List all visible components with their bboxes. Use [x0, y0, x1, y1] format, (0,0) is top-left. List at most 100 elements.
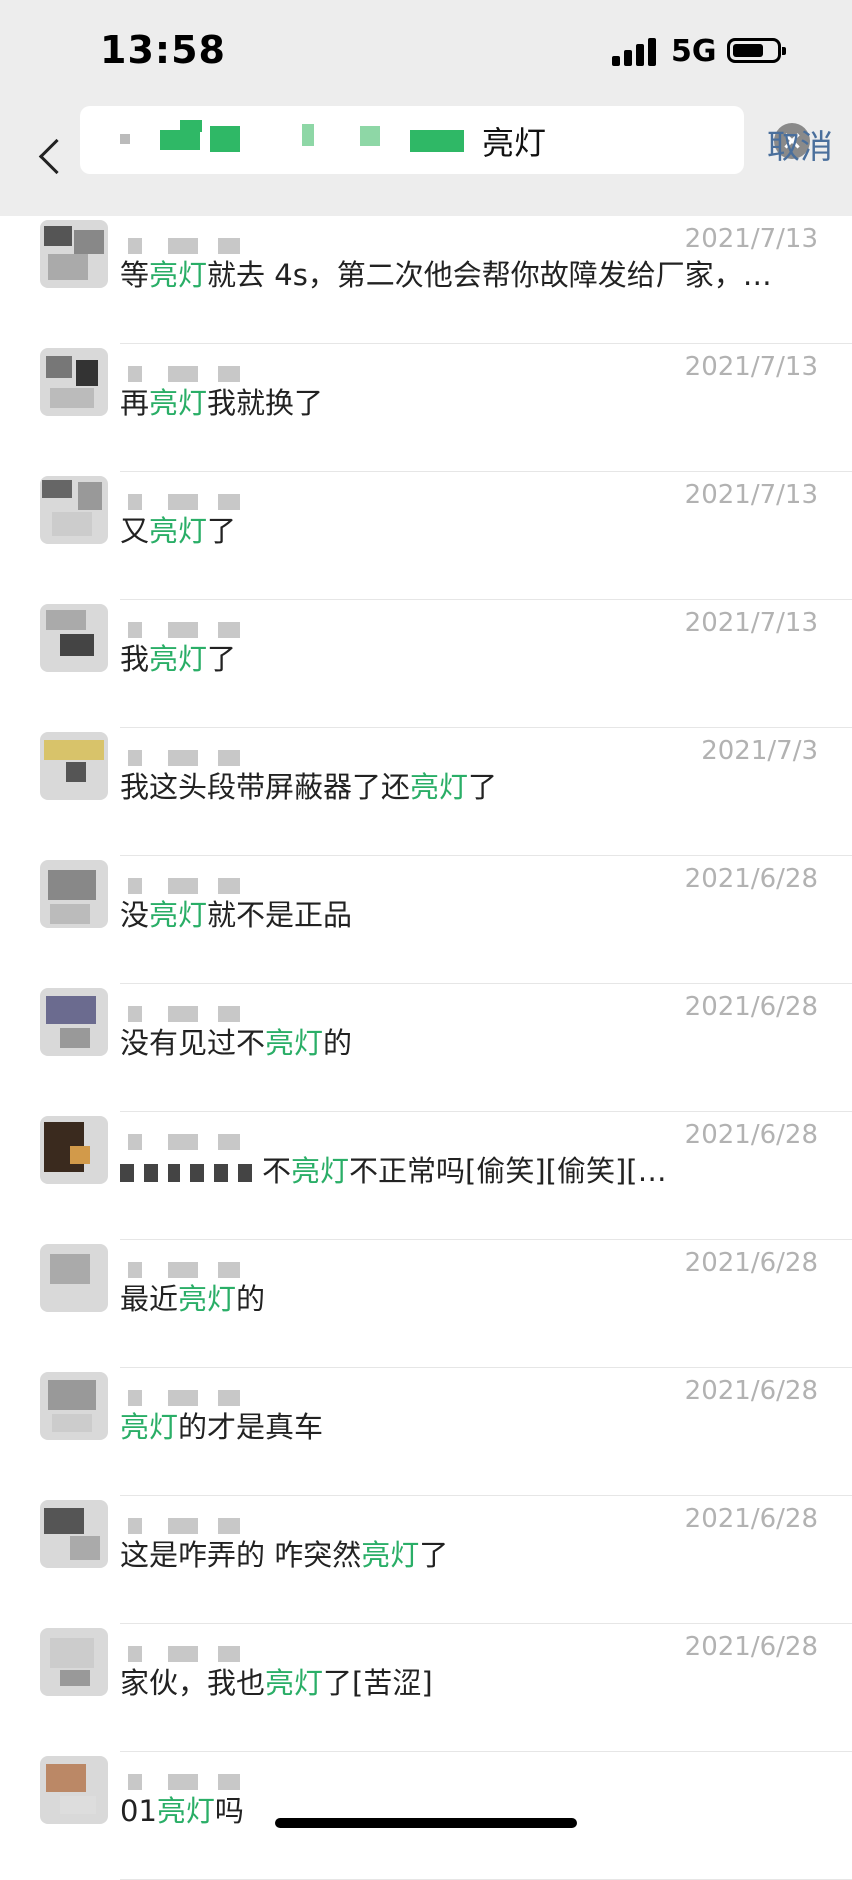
keyword-highlight: 亮灯 — [149, 258, 208, 292]
snippet-text: 的 — [323, 1026, 353, 1060]
snippet-text: 没有见过不 — [120, 1026, 266, 1060]
status-time: 13:58 — [100, 28, 226, 72]
message-date: 2021/6/28 — [684, 1632, 818, 1662]
snippet-text: 01 — [120, 1794, 157, 1828]
avatar — [40, 1116, 108, 1184]
message-date: 2021/6/28 — [684, 1376, 818, 1406]
message-date: 2021/6/28 — [684, 992, 818, 1022]
snippet-text: 家伙，我也 — [120, 1666, 266, 1700]
snippet-text: 的才是真车 — [178, 1410, 324, 1444]
keyword-highlight: 亮灯 — [149, 514, 208, 548]
keyword-highlight: 亮灯 — [265, 1026, 324, 1060]
message-snippet: 又亮灯了 — [120, 508, 236, 550]
snippet-text: 没 — [120, 898, 150, 932]
redacted-text — [120, 1154, 262, 1188]
snippet-text: 这是咋弄的 咋突然 — [120, 1538, 362, 1572]
avatar — [40, 860, 108, 928]
keyword-highlight: 亮灯 — [149, 898, 208, 932]
search-query-text: 亮灯 — [482, 124, 547, 162]
list-item[interactable]: 2021/6/28 没亮灯就不是正品 — [40, 856, 852, 984]
list-item[interactable]: 2021/7/13 再亮灯我就换了 — [40, 344, 852, 472]
message-snippet: 我亮灯了 — [120, 636, 236, 678]
message-snippet: 家伙，我也亮灯了[苦涩] — [120, 1660, 433, 1702]
avatar — [40, 732, 108, 800]
snippet-text: 又 — [120, 514, 150, 548]
snippet-text: 等 — [120, 258, 150, 292]
list-item[interactable]: 2021/7/13 我亮灯了 — [40, 600, 852, 728]
message-snippet: 这是咋弄的 咋突然亮灯了 — [120, 1532, 448, 1574]
message-snippet: 01亮灯吗 — [120, 1788, 244, 1830]
message-snippet: 没有见过不亮灯的 — [120, 1020, 352, 1062]
network-type: 5G — [671, 34, 717, 69]
snippet-text: 不正常吗[偷笑][偷笑][… — [349, 1154, 667, 1188]
message-date: 2021/6/28 — [684, 1248, 818, 1278]
signal-icon — [612, 38, 660, 66]
avatar — [40, 1500, 108, 1568]
snippet-text: 吗 — [214, 1794, 244, 1828]
keyword-highlight: 亮灯 — [149, 642, 208, 676]
avatar — [40, 1628, 108, 1696]
snippet-text: 了 — [207, 642, 237, 676]
list-item[interactable]: 2021/6/28 亮灯的才是真车 — [40, 1368, 852, 1496]
list-item[interactable]: 2021/7/13 等亮灯就去 4s，第二次他会帮你故障发给厂家，… — [40, 216, 852, 344]
message-date: 2021/7/13 — [684, 480, 818, 510]
message-snippet: 最近亮灯的 — [120, 1276, 265, 1318]
snippet-text: 就不是正品 — [207, 898, 353, 932]
message-date: 2021/7/3 — [701, 736, 818, 766]
avatar — [40, 220, 108, 288]
snippet-text: 我 — [120, 642, 150, 676]
home-indicator — [275, 1818, 577, 1828]
snippet-text: 我这头段带屏蔽器了还 — [120, 770, 411, 804]
keyword-highlight: 亮灯 — [410, 770, 469, 804]
message-snippet: 没亮灯就不是正品 — [120, 892, 352, 934]
search-bar: 亮灯 × 取消 — [0, 104, 852, 216]
snippet-text: 不 — [262, 1154, 292, 1188]
avatar — [40, 1244, 108, 1312]
list-item[interactable]: 2021/6/28 最近亮灯的 — [40, 1240, 852, 1368]
snippet-text: 了 — [468, 770, 498, 804]
keyword-highlight: 亮灯 — [291, 1154, 350, 1188]
list-item[interactable]: 2021/7/3 我这头段带屏蔽器了还亮灯了 — [40, 728, 852, 856]
keyword-highlight: 亮灯 — [361, 1538, 420, 1572]
avatar — [40, 604, 108, 672]
message-snippet: 亮灯的才是真车 — [120, 1404, 323, 1446]
message-snippet: 等亮灯就去 4s，第二次他会帮你故障发给厂家，… — [120, 252, 772, 294]
avatar — [40, 476, 108, 544]
status-bar: 13:58 5G — [0, 0, 852, 104]
snippet-text: 了 — [207, 514, 237, 548]
keyword-highlight: 亮灯 — [120, 1410, 179, 1444]
message-date: 2021/6/28 — [684, 1120, 818, 1150]
battery-icon — [727, 38, 786, 63]
keyword-highlight: 亮灯 — [156, 1794, 215, 1828]
list-item[interactable]: 2021/7/13 又亮灯了 — [40, 472, 852, 600]
list-item[interactable]: 2021/6/28 这是咋弄的 咋突然亮灯了 — [40, 1496, 852, 1624]
list-item[interactable]: 2021/6/28 家伙，我也亮灯了[苦涩] — [40, 1624, 852, 1752]
back-chevron-icon[interactable] — [24, 118, 84, 198]
message-date: 2021/7/13 — [684, 224, 818, 254]
search-results-list: 2021/7/13 等亮灯就去 4s，第二次他会帮你故障发给厂家，… 2021/7/… — [0, 216, 852, 1880]
search-input[interactable]: 亮灯 × — [80, 106, 810, 174]
snippet-text: 了[苦涩] — [323, 1666, 433, 1700]
avatar — [40, 348, 108, 416]
list-item[interactable]: 2021/6/28 不亮灯不正常吗[偷笑][偷笑][… — [40, 1112, 852, 1240]
list-item[interactable]: 2021/6/28 没有见过不亮灯的 — [40, 984, 852, 1112]
list-item[interactable]: 01亮灯吗 — [40, 1752, 852, 1880]
snippet-text: 再 — [120, 386, 150, 420]
keyword-highlight: 亮灯 — [149, 386, 208, 420]
snippet-text: 最近 — [120, 1282, 179, 1316]
snippet-text: 我就换了 — [207, 386, 324, 420]
message-date: 2021/6/28 — [684, 1504, 818, 1534]
cancel-button[interactable]: 取消 — [767, 120, 833, 168]
message-snippet: 不亮灯不正常吗[偷笑][偷笑][… — [120, 1148, 667, 1190]
message-date: 2021/7/13 — [684, 352, 818, 382]
avatar — [40, 1372, 108, 1440]
message-snippet: 我这头段带屏蔽器了还亮灯了 — [120, 764, 497, 806]
keyword-highlight: 亮灯 — [178, 1282, 237, 1316]
snippet-text: 就去 4s，第二次他会帮你故障发给厂家，… — [207, 258, 772, 292]
snippet-text: 了 — [419, 1538, 449, 1572]
keyword-highlight: 亮灯 — [265, 1666, 324, 1700]
avatar — [40, 1756, 108, 1824]
message-date: 2021/7/13 — [684, 608, 818, 638]
message-snippet: 再亮灯我就换了 — [120, 380, 323, 422]
message-date: 2021/6/28 — [684, 864, 818, 894]
